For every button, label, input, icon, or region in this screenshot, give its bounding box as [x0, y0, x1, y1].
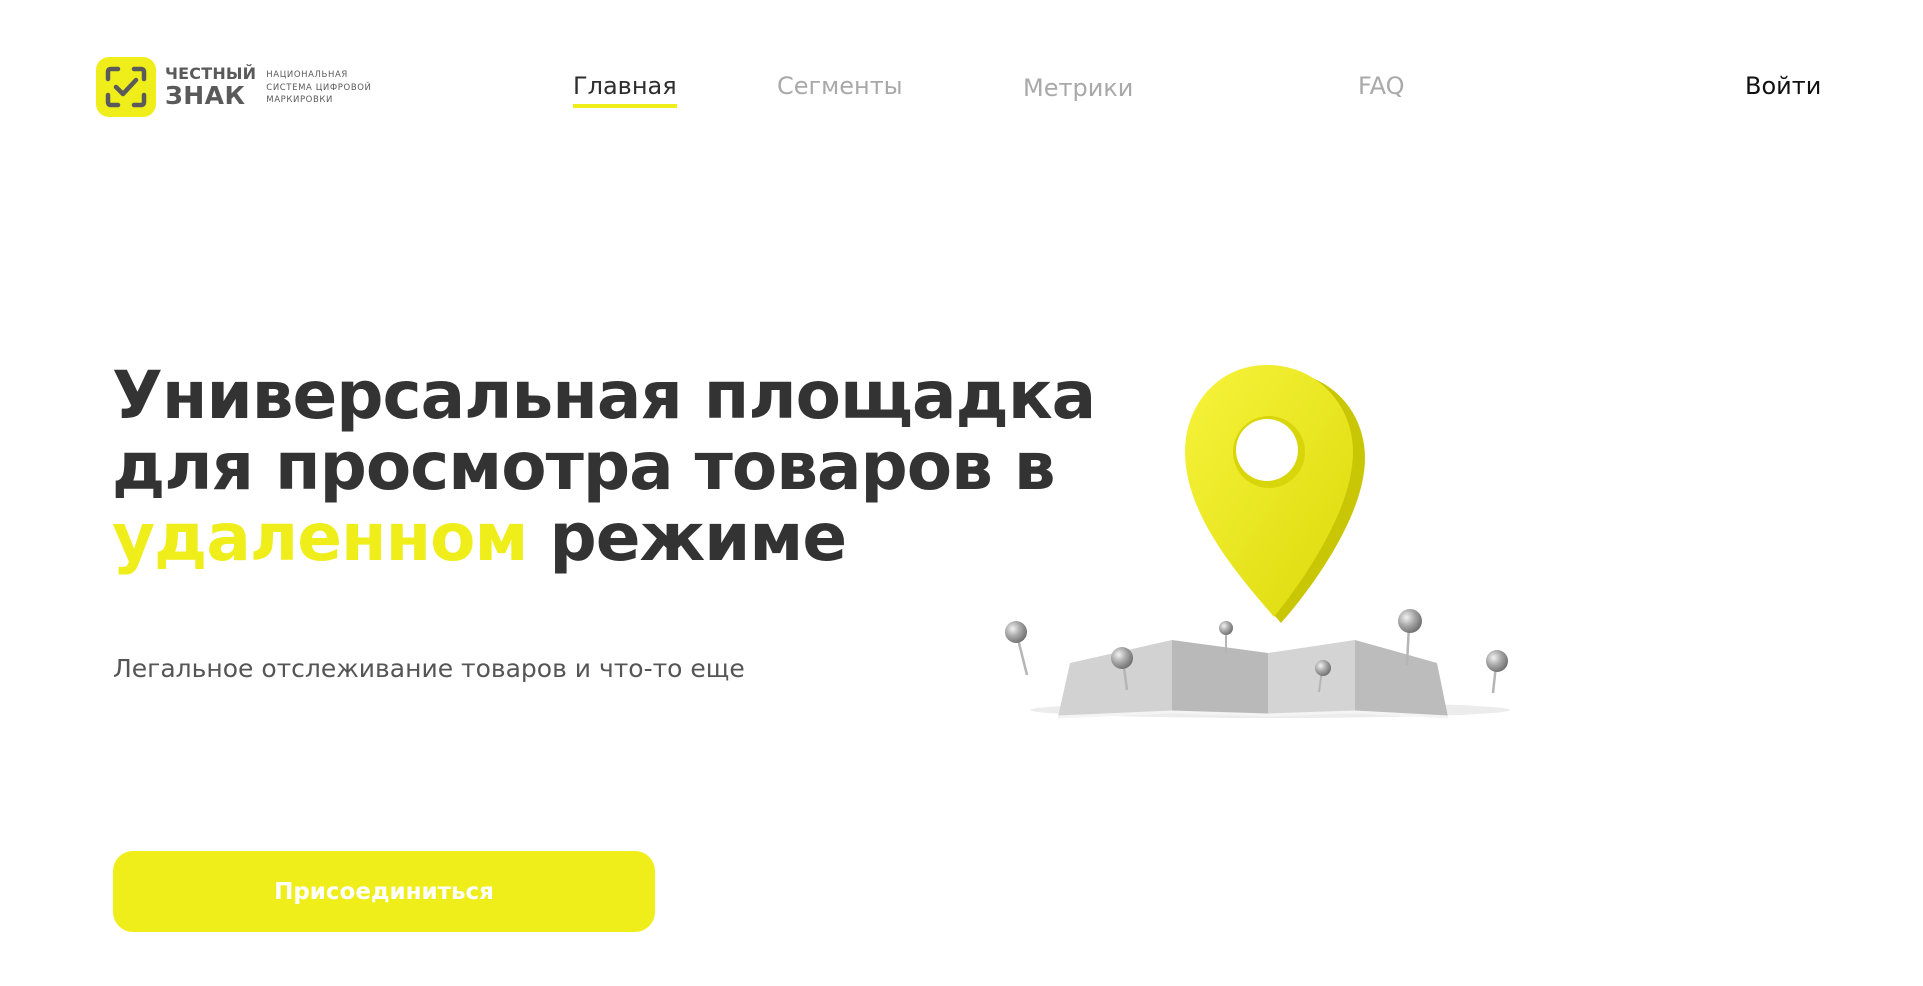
brand-tagline: НАЦИОНАЛЬНАЯ СИСТЕМА ЦИФРОВОЙ МАРКИРОВКИ [266, 69, 371, 107]
join-button[interactable]: Присоединиться [113, 851, 655, 932]
location-pin-icon [1185, 365, 1365, 623]
brand-name-line1: ЧЕСТНЫЙ [165, 64, 257, 83]
nav-item-segments[interactable]: Сегменты [777, 72, 903, 100]
brand-tagline-line: НАЦИОНАЛЬНАЯ [266, 70, 348, 81]
hero-title: Универсальная площадка для просмотра тов… [112, 357, 1096, 576]
hero-title-rest: режиме [527, 499, 847, 576]
brand-tagline-line: МАРКИРОВКИ [266, 95, 333, 106]
brand-tagline-line: СИСТЕМА ЦИФРОВОЙ [266, 82, 372, 93]
brand-name: ЧЕСТНЫЙ ЗНАК [165, 64, 257, 110]
hero-title-line1: Универсальная площадка [112, 357, 1096, 434]
nav-item-faq[interactable]: FAQ [1358, 72, 1405, 100]
login-link[interactable]: Войти [1745, 72, 1821, 100]
brand-logo[interactable]: ЧЕСТНЫЙ ЗНАК НАЦИОНАЛЬНАЯ СИСТЕМА ЦИФРОВ… [96, 57, 372, 117]
pushpin-icon [1486, 650, 1508, 694]
location-pin-map-icon [985, 355, 1530, 720]
hero-subtitle: Легальное отслеживание товаров и что-то … [113, 654, 745, 683]
nav-item-home[interactable]: Главная [573, 72, 677, 108]
hero-title-line2: для просмотра товаров в [112, 428, 1056, 505]
hero-title-accent: удаленном [112, 499, 528, 576]
brand-name-line2: ЗНАК [165, 81, 246, 110]
check-in-frame-icon [96, 57, 156, 117]
pushpin-icon [1005, 621, 1029, 676]
nav-item-metrics[interactable]: Метрики [1023, 74, 1133, 102]
